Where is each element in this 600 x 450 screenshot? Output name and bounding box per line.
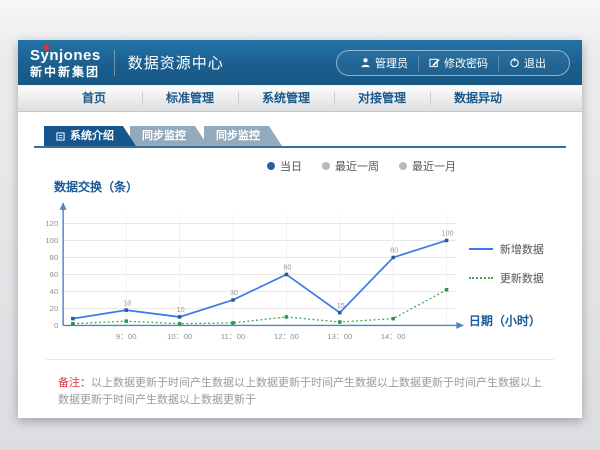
user-toolbar: 管理员 修改密码 退出 (336, 50, 570, 76)
legend-item-updated-data: 更新数据 (469, 270, 566, 286)
power-icon (509, 57, 520, 68)
nav-item-system-mgmt[interactable]: 系统管理 (238, 86, 334, 111)
svg-text:15: 15 (337, 301, 345, 310)
content-area: 系统介绍 同步监控 同步监控 当日 最近一周 最近一月 数据交换（条） (18, 112, 582, 408)
change-password-button[interactable]: 修改密码 (418, 55, 498, 71)
header-divider (114, 50, 115, 76)
note-text: 以上数据更新于时间产生数据以上数据更新于时间产生数据以上数据更新于时间产生数据以… (58, 377, 542, 406)
svg-text:14：00: 14：00 (381, 332, 406, 341)
svg-text:20: 20 (50, 304, 59, 313)
tab-label: 同步监控 (142, 126, 186, 146)
chart-section: 0 20 40 60 80 100 120 9：00 10：00 11：00 12：00 13：00 1… (34, 197, 566, 349)
footer-note: 备注：以上数据更新于时间产生数据以上数据更新于时间产生数据以上数据更新于时间产生… (34, 360, 566, 408)
svg-text:100: 100 (45, 236, 58, 245)
company-logo: Synjones 新中新集团 (30, 46, 101, 80)
legend-label: 新增数据 (500, 241, 544, 257)
nav-item-standard-mgmt[interactable]: 标准管理 (142, 86, 238, 111)
svg-text:10：00: 10：00 (167, 332, 192, 341)
radio-dot-icon (322, 162, 330, 170)
svg-text:13：00: 13：00 (327, 332, 352, 341)
radio-label: 最近一周 (335, 158, 379, 174)
svg-text:80: 80 (390, 246, 398, 255)
chart-right-column: 新增数据 更新数据 日期（小时） (469, 197, 566, 329)
svg-text:60: 60 (283, 263, 291, 272)
app-header: Synjones 新中新集团 数据资源中心 管理员 修改密码 (18, 40, 582, 85)
svg-text:120: 120 (45, 219, 58, 228)
nav-item-interface-mgmt[interactable]: 对接管理 (334, 86, 430, 111)
line-chart: 0 20 40 60 80 100 120 9：00 10：00 11：00 12：00 13：00 1… (34, 197, 469, 349)
svg-text:9：00: 9：00 (116, 332, 137, 341)
main-window: Synjones 新中新集团 数据资源中心 管理员 修改密码 (18, 40, 582, 418)
logo-text-cn: 新中新集团 (30, 66, 101, 78)
user-name-label: 管理员 (375, 55, 408, 71)
logout-label: 退出 (524, 55, 546, 71)
range-selector: 当日 最近一周 最近一月 (34, 148, 566, 176)
main-nav: 首页 标准管理 系统管理 对接管理 数据异动 (18, 85, 582, 112)
tab-system-intro[interactable]: 系统介绍 (44, 126, 136, 146)
logo-text-en: Synjones (30, 48, 101, 63)
legend-item-new-data: 新增数据 (469, 241, 566, 257)
svg-text:18: 18 (123, 298, 131, 307)
nav-item-data-change[interactable]: 数据异动 (430, 86, 526, 111)
svg-text:40: 40 (50, 287, 59, 296)
solid-line-swatch-icon (469, 248, 493, 250)
tab-sync-monitor-2[interactable]: 同步监控 (204, 126, 282, 146)
svg-text:30: 30 (230, 288, 238, 297)
svg-text:10: 10 (177, 305, 185, 314)
svg-text:100: 100 (442, 229, 454, 238)
radio-dot-icon (267, 162, 275, 170)
tab-sync-monitor-1[interactable]: 同步监控 (130, 126, 208, 146)
document-icon (56, 132, 65, 141)
svg-text:0: 0 (54, 321, 58, 330)
dotted-line-swatch-icon (469, 277, 493, 279)
y-axis-title: 数据交换（条） (54, 178, 566, 195)
radio-last-month[interactable]: 最近一月 (399, 158, 456, 174)
legend-label: 更新数据 (500, 270, 544, 286)
radio-dot-icon (399, 162, 407, 170)
svg-text:12：00: 12：00 (274, 332, 299, 341)
logout-button[interactable]: 退出 (498, 55, 556, 71)
radio-last-week[interactable]: 最近一周 (322, 158, 379, 174)
app-title: 数据资源中心 (128, 52, 224, 73)
tab-label: 同步监控 (216, 126, 260, 146)
tab-bar: 系统介绍 同步监控 同步监控 (34, 126, 566, 148)
radio-label: 当日 (280, 158, 302, 174)
tab-label: 系统介绍 (70, 126, 114, 146)
radio-label: 最近一月 (412, 158, 456, 174)
svg-text:60: 60 (50, 270, 59, 279)
change-password-label: 修改密码 (444, 55, 488, 71)
user-icon (360, 57, 371, 68)
radio-today[interactable]: 当日 (267, 158, 302, 174)
x-axis-title: 日期（小时） (469, 312, 566, 329)
edit-icon (429, 57, 440, 68)
nav-item-home[interactable]: 首页 (46, 86, 142, 111)
current-user-button[interactable]: 管理员 (350, 55, 418, 71)
svg-text:11：00: 11：00 (221, 332, 245, 341)
note-label: 备注： (58, 377, 91, 389)
svg-text:80: 80 (50, 253, 59, 262)
